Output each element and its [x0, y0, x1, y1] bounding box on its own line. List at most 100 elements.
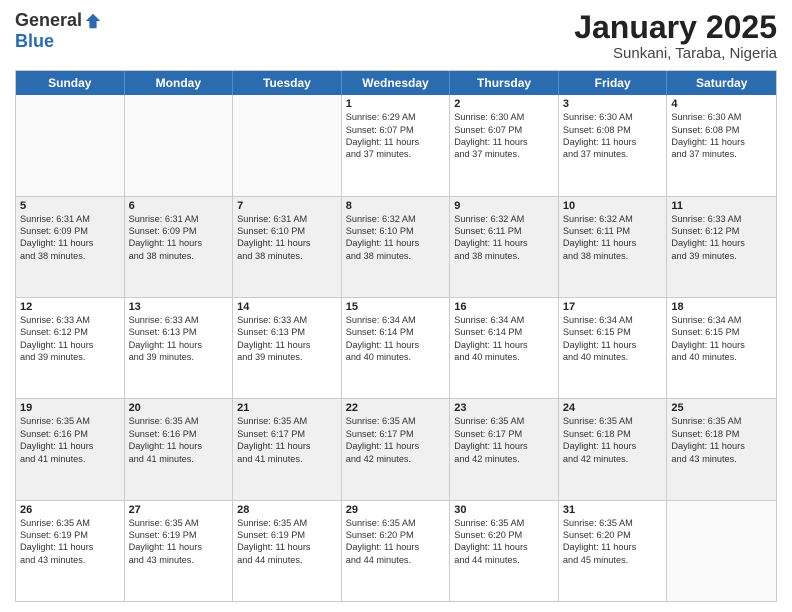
cell-info-line: Daylight: 11 hours [129, 541, 229, 553]
cell-info-line: and 37 minutes. [563, 148, 663, 160]
calendar-cell: 22Sunrise: 6:35 AMSunset: 6:17 PMDayligh… [342, 399, 451, 499]
cell-info-line: Daylight: 11 hours [454, 440, 554, 452]
page: General Blue January 2025 Sunkani, Tarab… [0, 0, 792, 612]
cell-info-line: Sunset: 6:18 PM [671, 428, 772, 440]
calendar-cell: 31Sunrise: 6:35 AMSunset: 6:20 PMDayligh… [559, 501, 668, 601]
cell-info-line: and 41 minutes. [20, 453, 120, 465]
cell-info-line: Sunrise: 6:33 AM [237, 314, 337, 326]
cell-info-line: and 38 minutes. [129, 250, 229, 262]
day-number: 23 [454, 402, 554, 414]
cell-info-line: Daylight: 11 hours [563, 237, 663, 249]
cell-info-line: Sunset: 6:13 PM [129, 326, 229, 338]
cell-info-line: Sunrise: 6:30 AM [454, 111, 554, 123]
cell-info-line: Sunset: 6:20 PM [346, 529, 446, 541]
day-number: 25 [671, 402, 772, 414]
day-number: 27 [129, 504, 229, 516]
calendar-cell: 7Sunrise: 6:31 AMSunset: 6:10 PMDaylight… [233, 197, 342, 297]
calendar-row: 26Sunrise: 6:35 AMSunset: 6:19 PMDayligh… [16, 500, 776, 601]
day-number: 21 [237, 402, 337, 414]
cell-info-line: Daylight: 11 hours [346, 136, 446, 148]
cell-info-line: Sunrise: 6:30 AM [563, 111, 663, 123]
day-number: 1 [346, 98, 446, 110]
cell-info-line: Sunrise: 6:35 AM [346, 415, 446, 427]
cell-info-line: Sunset: 6:17 PM [237, 428, 337, 440]
calendar-cell: 15Sunrise: 6:34 AMSunset: 6:14 PMDayligh… [342, 298, 451, 398]
cell-info-line: Sunset: 6:19 PM [237, 529, 337, 541]
calendar-cell [16, 95, 125, 195]
cell-info-line: and 38 minutes. [20, 250, 120, 262]
cell-info-line: Sunset: 6:11 PM [454, 225, 554, 237]
cell-info-line: Daylight: 11 hours [20, 237, 120, 249]
cell-info-line: Daylight: 11 hours [20, 541, 120, 553]
day-number: 24 [563, 402, 663, 414]
cell-info-line: Sunset: 6:16 PM [20, 428, 120, 440]
cell-info-line: Sunset: 6:07 PM [454, 124, 554, 136]
day-number: 19 [20, 402, 120, 414]
cell-info-line: Sunset: 6:17 PM [454, 428, 554, 440]
cell-info-line: Daylight: 11 hours [454, 136, 554, 148]
calendar-header-cell: Friday [559, 71, 668, 95]
cell-info-line: Sunset: 6:09 PM [129, 225, 229, 237]
cell-info-line: Daylight: 11 hours [671, 440, 772, 452]
day-number: 13 [129, 301, 229, 313]
day-number: 22 [346, 402, 446, 414]
cell-info-line: Daylight: 11 hours [563, 541, 663, 553]
cell-info-line: and 39 minutes. [20, 351, 120, 363]
calendar-row: 12Sunrise: 6:33 AMSunset: 6:12 PMDayligh… [16, 297, 776, 398]
cell-info-line: and 39 minutes. [129, 351, 229, 363]
cell-info-line: Sunrise: 6:35 AM [129, 517, 229, 529]
cell-info-line: and 40 minutes. [563, 351, 663, 363]
cell-info-line: Sunrise: 6:31 AM [129, 213, 229, 225]
cell-info-line: Sunset: 6:12 PM [671, 225, 772, 237]
cell-info-line: Sunrise: 6:33 AM [20, 314, 120, 326]
cell-info-line: and 38 minutes. [563, 250, 663, 262]
cell-info-line: Sunrise: 6:32 AM [346, 213, 446, 225]
cell-info-line: Daylight: 11 hours [563, 440, 663, 452]
day-number: 16 [454, 301, 554, 313]
cell-info-line: Sunset: 6:11 PM [563, 225, 663, 237]
calendar-header-cell: Sunday [16, 71, 125, 95]
calendar-cell: 12Sunrise: 6:33 AMSunset: 6:12 PMDayligh… [16, 298, 125, 398]
day-number: 11 [671, 200, 772, 212]
calendar-cell: 8Sunrise: 6:32 AMSunset: 6:10 PMDaylight… [342, 197, 451, 297]
cell-info-line: Daylight: 11 hours [563, 136, 663, 148]
day-number: 30 [454, 504, 554, 516]
cell-info-line: Sunset: 6:20 PM [563, 529, 663, 541]
day-number: 18 [671, 301, 772, 313]
cell-info-line: Sunrise: 6:35 AM [129, 415, 229, 427]
cell-info-line: Sunset: 6:09 PM [20, 225, 120, 237]
cell-info-line: Sunrise: 6:35 AM [237, 415, 337, 427]
cell-info-line: Daylight: 11 hours [454, 541, 554, 553]
cell-info-line: Sunrise: 6:31 AM [20, 213, 120, 225]
cell-info-line: Daylight: 11 hours [671, 339, 772, 351]
calendar-header-cell: Monday [125, 71, 234, 95]
day-number: 28 [237, 504, 337, 516]
cell-info-line: and 40 minutes. [454, 351, 554, 363]
logo-general-text: General [15, 10, 82, 31]
calendar-row: 1Sunrise: 6:29 AMSunset: 6:07 PMDaylight… [16, 95, 776, 195]
logo-icon [84, 12, 102, 30]
cell-info-line: Daylight: 11 hours [237, 339, 337, 351]
calendar-cell: 20Sunrise: 6:35 AMSunset: 6:16 PMDayligh… [125, 399, 234, 499]
day-number: 12 [20, 301, 120, 313]
calendar-cell: 19Sunrise: 6:35 AMSunset: 6:16 PMDayligh… [16, 399, 125, 499]
logo-blue-text: Blue [15, 31, 54, 52]
calendar-cell [125, 95, 234, 195]
logo: General Blue [15, 10, 102, 52]
cell-info-line: Sunset: 6:19 PM [20, 529, 120, 541]
cell-info-line: Sunrise: 6:30 AM [671, 111, 772, 123]
calendar-row: 5Sunrise: 6:31 AMSunset: 6:09 PMDaylight… [16, 196, 776, 297]
cell-info-line: Sunrise: 6:35 AM [20, 517, 120, 529]
cell-info-line: Sunrise: 6:33 AM [129, 314, 229, 326]
cell-info-line: Daylight: 11 hours [129, 339, 229, 351]
day-number: 17 [563, 301, 663, 313]
calendar-body: 1Sunrise: 6:29 AMSunset: 6:07 PMDaylight… [16, 95, 776, 601]
day-number: 5 [20, 200, 120, 212]
calendar-cell: 2Sunrise: 6:30 AMSunset: 6:07 PMDaylight… [450, 95, 559, 195]
location: Sunkani, Taraba, Nigeria [574, 45, 777, 62]
cell-info-line: and 40 minutes. [671, 351, 772, 363]
cell-info-line: Sunrise: 6:34 AM [454, 314, 554, 326]
cell-info-line: Sunset: 6:10 PM [237, 225, 337, 237]
cell-info-line: Sunrise: 6:35 AM [671, 415, 772, 427]
cell-info-line: Daylight: 11 hours [237, 440, 337, 452]
